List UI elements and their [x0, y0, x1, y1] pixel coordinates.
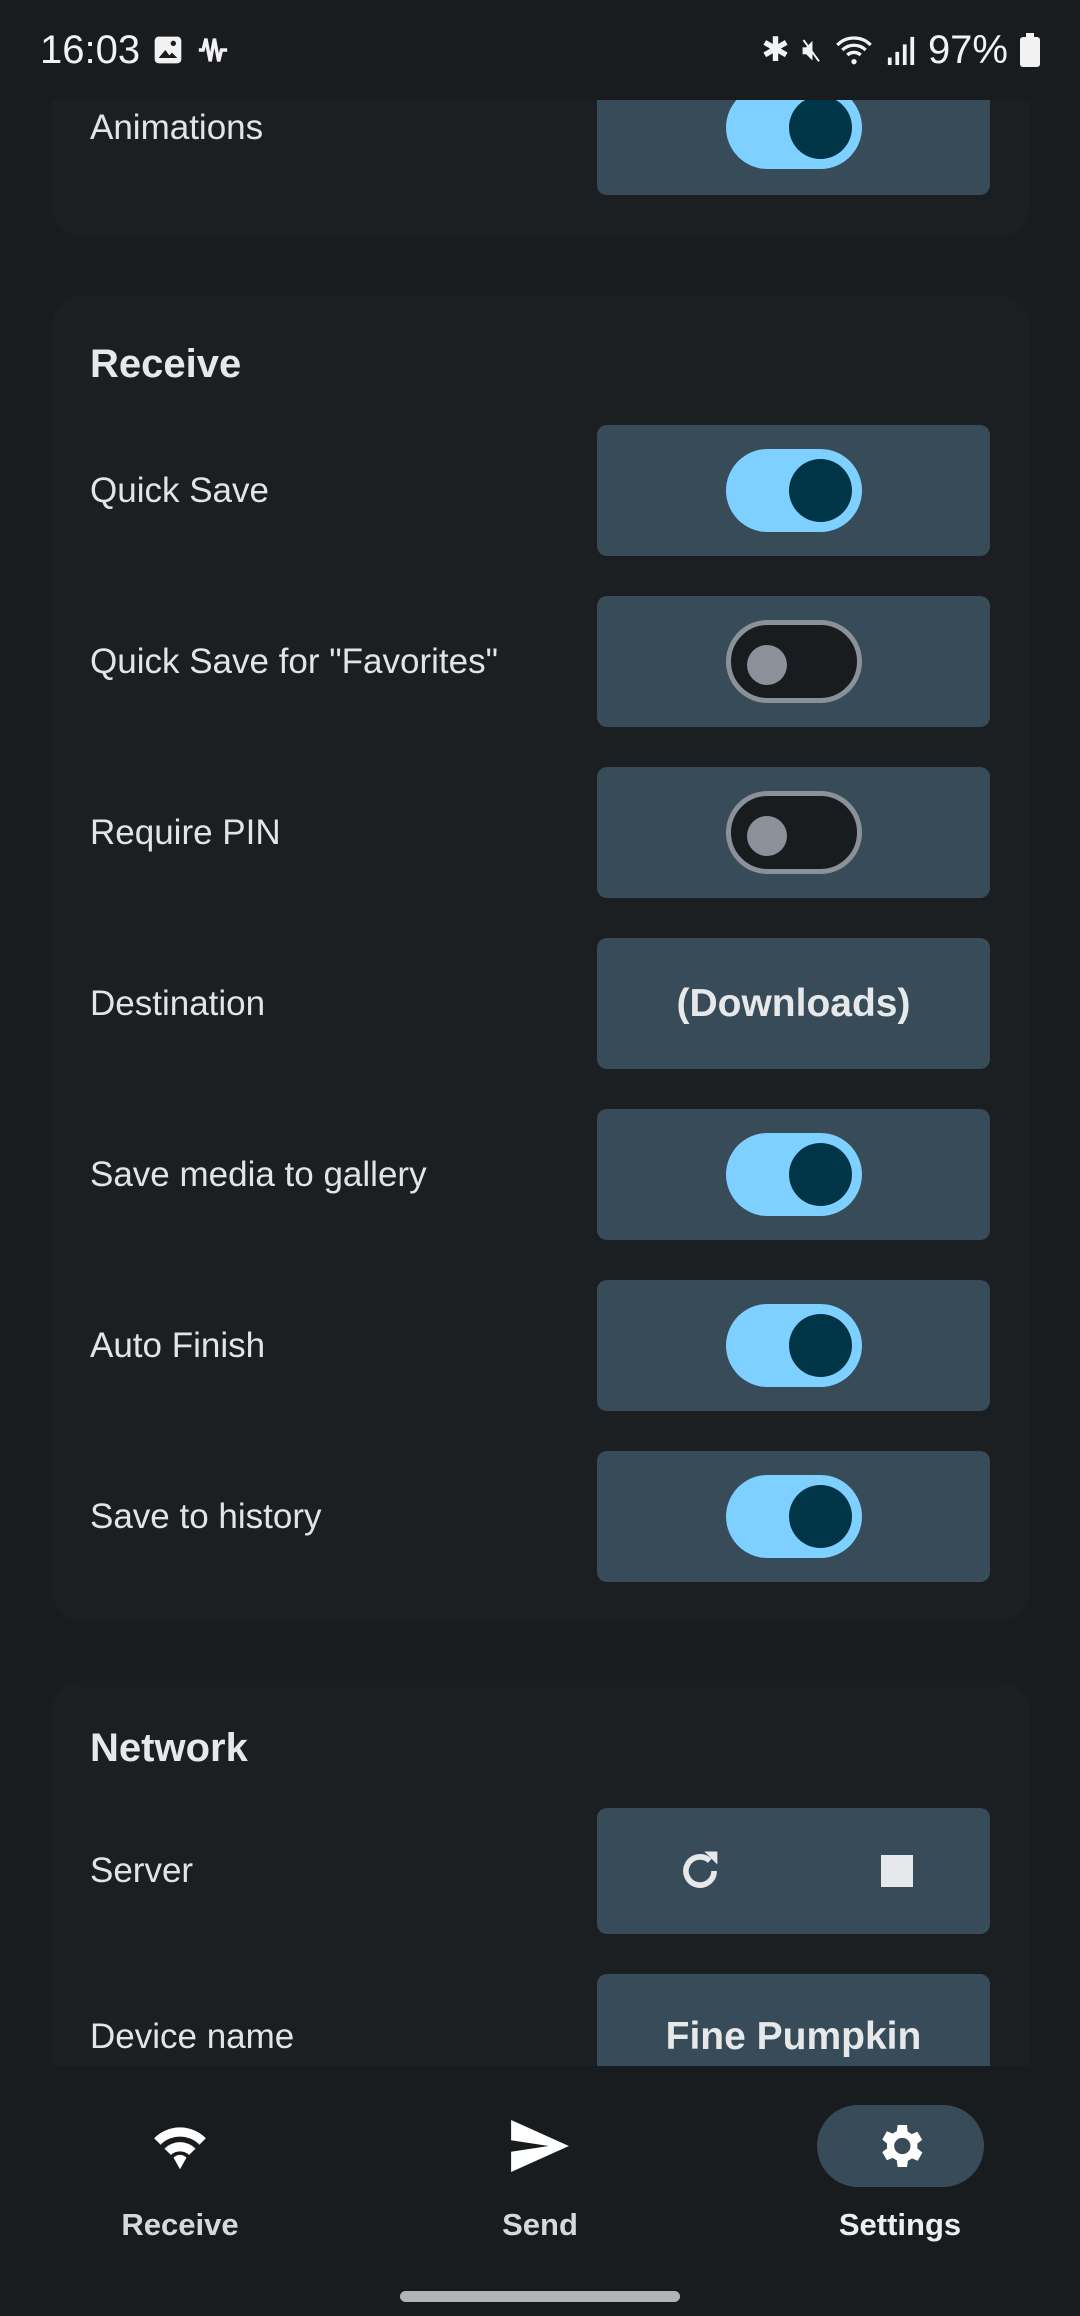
setting-label: Save media to gallery: [90, 1154, 427, 1194]
toggle-box[interactable]: [597, 596, 990, 727]
setting-label: Auto Finish: [90, 1325, 266, 1365]
setting-label: Device name: [90, 2017, 295, 2056]
setting-label: Quick Save: [90, 470, 269, 510]
toggle-switch[interactable]: [725, 1133, 862, 1216]
setting-row: Auto Finish: [90, 1280, 990, 1411]
setting-row: Require PIN: [90, 767, 990, 898]
toggle-knob: [788, 1485, 852, 1548]
setting-label: Server: [90, 1851, 194, 1890]
toggle-switch[interactable]: [725, 1304, 862, 1387]
bluetooth-icon: ✱: [761, 31, 790, 69]
setting-row-server: Server: [90, 1808, 990, 1934]
toggle-box[interactable]: [597, 1280, 990, 1411]
wifi-icon: [154, 2127, 206, 2170]
setting-label: Quick Save for "Favorites": [90, 641, 499, 681]
toggle-switch[interactable]: [725, 449, 862, 532]
nav-label: Receive: [121, 2207, 239, 2242]
send-icon: [511, 2120, 569, 2172]
toggle-box[interactable]: [597, 425, 990, 556]
stop-icon[interactable]: [880, 1855, 913, 1887]
battery-icon: [1020, 33, 1040, 67]
toggle-knob: [788, 459, 852, 522]
section-title-network: Network: [90, 1726, 248, 1770]
battery-level: 97%: [927, 27, 1008, 72]
toggle-box[interactable]: [597, 767, 990, 898]
toggle-knob: [746, 816, 787, 856]
clock: 16:03: [40, 27, 141, 72]
setting-label: Animations: [90, 107, 264, 147]
restart-icon[interactable]: [674, 1845, 726, 1897]
nav-label: Settings: [838, 2207, 962, 2242]
toggle-knob: [746, 645, 787, 685]
setting-row: Save media to gallery: [90, 1109, 990, 1240]
section-title-receive: Receive: [90, 342, 242, 386]
toggle-knob: [788, 1143, 852, 1206]
toggle-knob: [788, 1314, 852, 1377]
home-indicator[interactable]: [400, 2291, 680, 2302]
setting-row: Destination (Downloads): [90, 938, 990, 1069]
gear-icon: [882, 2125, 923, 2167]
bottom-navigation: Receive Send Settings: [0, 2090, 1080, 2290]
setting-row: Save to history: [90, 1451, 990, 1582]
setting-label: Save to history: [90, 1496, 322, 1536]
wifi-status-icon: [836, 36, 872, 65]
toggle-switch[interactable]: [725, 620, 862, 703]
nav-send[interactable]: Send: [390, 2090, 690, 2243]
setting-label: Require PIN: [90, 812, 281, 852]
status-bar: 16:03 ✱ 🔇︎ 97%: [0, 0, 1080, 100]
waveform-icon: [198, 38, 228, 62]
destination-button[interactable]: (Downloads): [597, 938, 990, 1069]
toggle-box[interactable]: [597, 1451, 990, 1582]
nav-settings[interactable]: Settings: [750, 2090, 1050, 2243]
setting-row: Quick Save: [90, 425, 990, 556]
toggle-box[interactable]: [597, 1109, 990, 1240]
setting-label: Destination: [90, 983, 266, 1023]
nav-receive[interactable]: Receive: [30, 2090, 330, 2243]
nav-label: Send: [502, 2207, 578, 2242]
toggle-switch[interactable]: [725, 791, 862, 874]
toggle-switch[interactable]: [725, 1475, 862, 1558]
setting-row: Quick Save for "Favorites": [90, 596, 990, 727]
mute-icon: 🔇︎: [801, 31, 822, 67]
signal-icon: [887, 36, 915, 65]
server-controls: [597, 1808, 990, 1934]
gallery-icon: [154, 36, 182, 64]
